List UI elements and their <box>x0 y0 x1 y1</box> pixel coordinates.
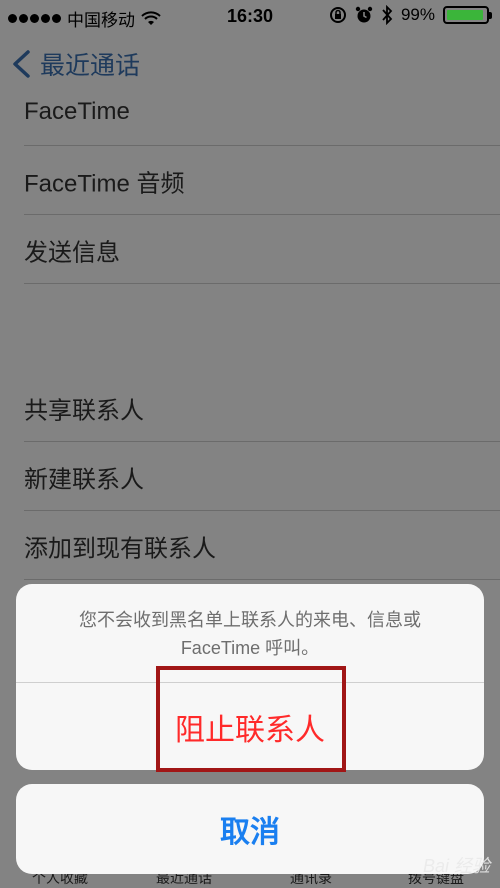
row-facetime[interactable]: FaceTime <box>0 78 500 146</box>
rotation-lock-icon <box>329 7 346 23</box>
cancel-button[interactable]: 取消 <box>16 784 484 874</box>
row-label: 发送信息 <box>24 239 120 267</box>
row-label: 共享联系人 <box>24 397 144 425</box>
divider <box>24 283 500 284</box>
back-button[interactable]: 最近通话 <box>10 46 140 82</box>
row-add-to-existing[interactable]: 添加到现有联系人 <box>0 512 500 580</box>
row-facetime-audio[interactable]: FaceTime 音频 <box>0 147 500 215</box>
battery-percent: 99% <box>400 5 435 24</box>
row-share-contact[interactable]: 共享联系人 <box>0 374 500 442</box>
bluetooth-icon <box>382 5 393 25</box>
alarm-icon <box>355 6 373 23</box>
message-line-1: 您不会收到黑名单上联系人的来电、信息或 <box>79 610 421 630</box>
divider <box>24 441 500 442</box>
row-label: FaceTime 音频 <box>24 170 185 198</box>
battery-icon <box>443 6 492 24</box>
highlight-box <box>156 666 346 772</box>
divider <box>24 579 500 580</box>
cancel-label: 取消 <box>220 816 280 849</box>
status-right: 99% <box>329 5 492 25</box>
row-label: 添加到现有联系人 <box>24 535 216 563</box>
row-label: 新建联系人 <box>24 466 144 494</box>
status-bar: 中国移动 16:30 99% <box>0 0 500 34</box>
divider <box>24 214 500 215</box>
divider <box>24 510 500 511</box>
row-label: FaceTime <box>24 98 130 125</box>
divider <box>24 145 500 146</box>
message-line-2: FaceTime 呼叫。 <box>180 638 320 658</box>
back-label: 最近通话 <box>40 52 141 80</box>
chevron-left-icon <box>13 50 30 78</box>
watermark-logo: Bai 经验 <box>422 856 490 876</box>
action-sheet-message: 您不会收到黑名单上联系人的来电、信息或 FaceTime 呼叫。 <box>16 606 484 662</box>
row-new-contact[interactable]: 新建联系人 <box>0 443 500 511</box>
row-send-message[interactable]: 发送信息 <box>0 216 500 284</box>
